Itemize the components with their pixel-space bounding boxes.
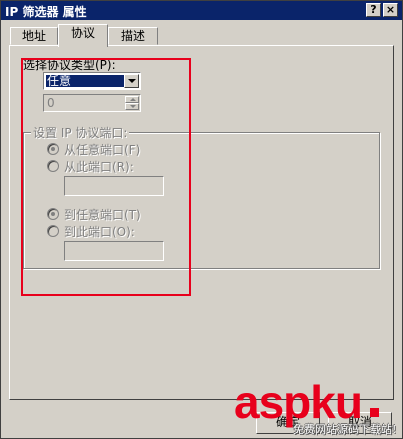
from-port-input[interactable]	[64, 176, 164, 196]
spin-up-icon[interactable]	[125, 96, 139, 103]
chevron-down-icon[interactable]	[124, 74, 139, 88]
protocol-number-spinner[interactable]: 0	[43, 94, 141, 112]
to-any-port-label: 到任意端口(T)	[64, 208, 141, 222]
window-title: IP 筛选器 属性	[5, 5, 87, 19]
ip-filter-properties-window: IP 筛选器 属性 ? × 地址 协议 描述 选择协议类型(P): 任意 0 设…	[0, 0, 403, 439]
spin-down-icon[interactable]	[125, 103, 139, 110]
from-this-port-label: 从此端口(R):	[64, 160, 134, 174]
close-button[interactable]: ×	[383, 3, 398, 17]
to-port-input[interactable]	[64, 241, 164, 261]
to-this-port-label: 到此端口(O):	[64, 225, 135, 239]
ip-port-group-title: 设置 IP 协议端口:	[31, 124, 130, 141]
help-button[interactable]: ?	[366, 3, 381, 17]
watermark-tagline: 免费网站源码下载站!	[293, 423, 397, 436]
protocol-type-select[interactable]: 任意	[43, 72, 141, 90]
tab-address[interactable]: 地址	[10, 27, 58, 45]
title-bar[interactable]: IP 筛选器 属性 ? ×	[1, 1, 402, 20]
from-this-port-radio[interactable]	[47, 160, 59, 172]
protocol-number-value: 0	[47, 96, 55, 110]
from-any-port-label: 从任意端口(F)	[64, 143, 141, 157]
tab-description[interactable]: 描述	[108, 27, 158, 45]
from-any-port-radio[interactable]	[47, 143, 59, 155]
watermark-dot	[370, 408, 379, 417]
to-this-port-radio[interactable]	[47, 225, 59, 237]
tab-protocol[interactable]: 协议	[58, 24, 108, 47]
to-any-port-radio[interactable]	[47, 208, 59, 220]
watermark-logo: aspku	[234, 376, 363, 428]
protocol-type-label: 选择协议类型(P):	[23, 58, 116, 72]
protocol-type-value: 任意	[46, 75, 124, 87]
